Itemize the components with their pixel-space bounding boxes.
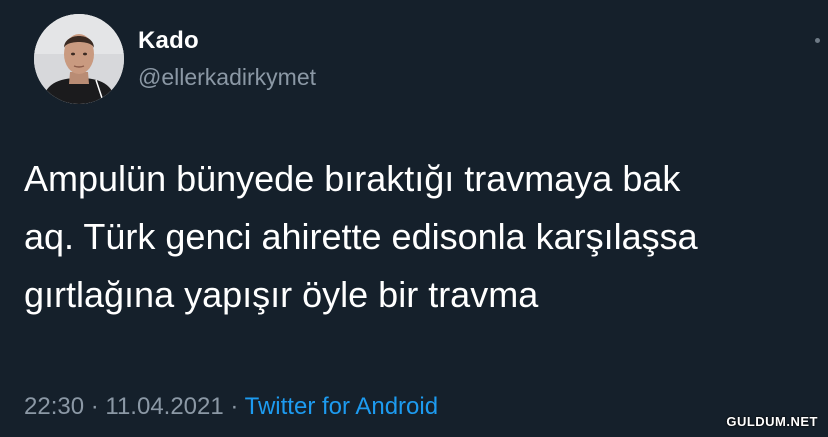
tweet-card: Kado @ellerkadirkymet Ampulün bünyede bı… [0,0,828,437]
tweet-date[interactable]: 11.04.2021 [105,393,223,420]
meta-separator: · [84,393,106,420]
tweet-text-line: gırtlağına yapışır öyle bir travma [24,274,539,315]
tweet-source-link[interactable]: Twitter for Android [245,393,438,420]
avatar-image [34,14,124,104]
avatar[interactable] [34,14,124,104]
author-name[interactable]: Kado [138,27,199,55]
more-dot-icon[interactable] [815,38,820,43]
tweet-time[interactable]: 22:30 [24,393,84,420]
watermark: GULDUM.NET [726,414,818,429]
author-handle[interactable]: @ellerkadirkymet [138,64,316,91]
tweet-text-line: aq. Türk genci ahirette edisonla karşıla… [24,216,698,257]
tweet-text: Ampulün bünyede bıraktığı travmaya bak a… [24,150,824,324]
meta-separator: · [223,393,245,420]
tweet-meta: 22:30 · 11.04.2021 · Twitter for Android [24,393,438,421]
tweet-text-line: Ampulün bünyede bıraktığı travmaya bak [24,158,681,199]
